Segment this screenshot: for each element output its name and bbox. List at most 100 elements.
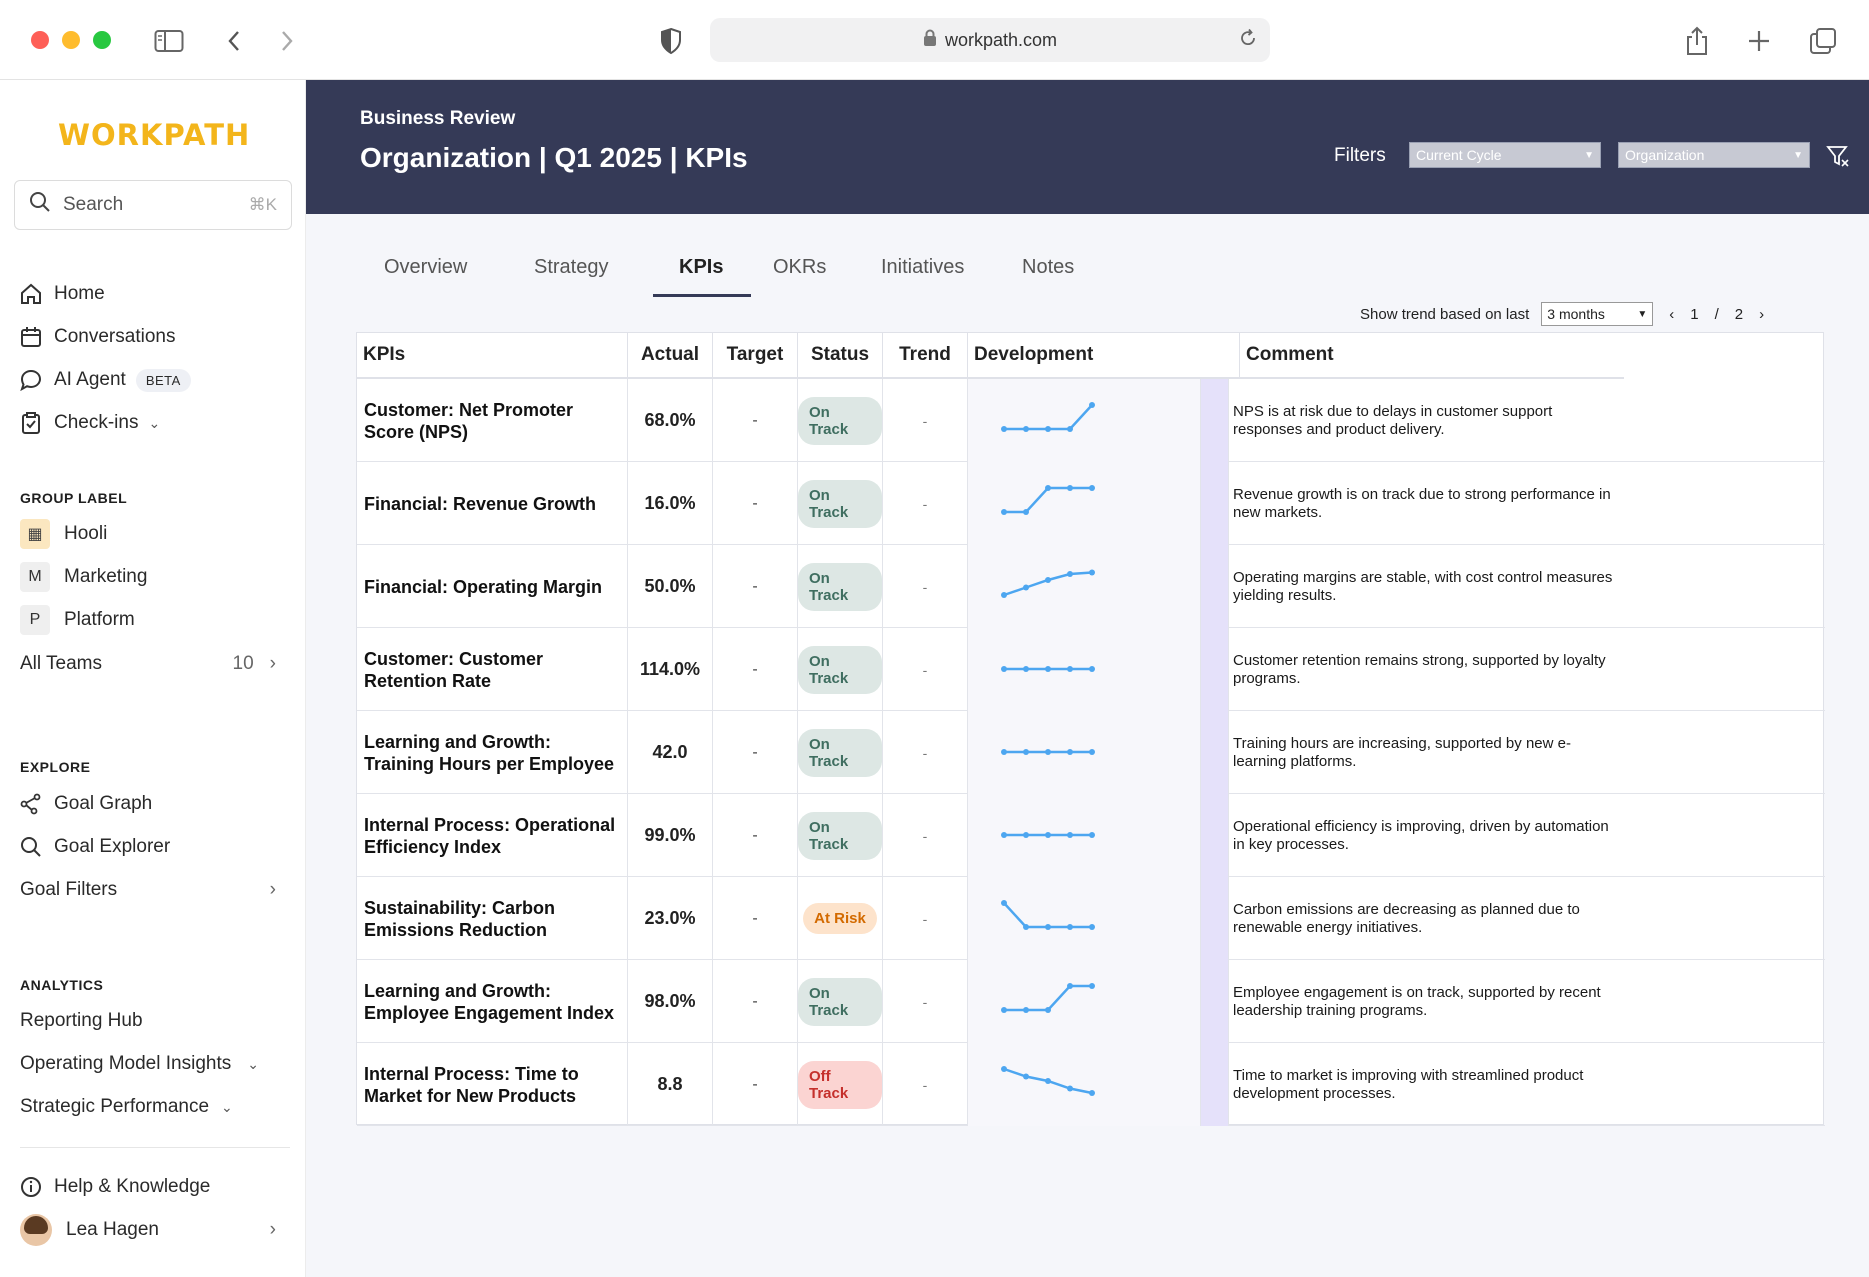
comment-cell: Carbon emissions are decreasing as plann… <box>1233 900 1580 936</box>
filter-funnel-icon[interactable] <box>1826 144 1850 173</box>
table-row[interactable]: Sustainability: Carbon Emissions Reducti… <box>357 877 1825 960</box>
sparkline-point <box>1067 983 1073 989</box>
trend-label: Show trend based on last <box>1360 305 1530 323</box>
dropdown-arrow-icon: ▼ <box>1793 149 1803 161</box>
total-pages: 2 <box>1734 305 1744 323</box>
tab-initiatives[interactable]: Initiatives <box>881 256 964 292</box>
sidebar-item-operating-model-insights[interactable]: Operating Model Insights ⌄ <box>20 1046 259 1082</box>
column-header-development[interactable]: Development <box>968 333 1240 379</box>
trend-value-cell: - <box>883 379 968 462</box>
sparkline-chart <box>1001 666 1095 672</box>
sidebar-item-ai-agent[interactable]: AI Agent BETA <box>20 362 191 398</box>
address-bar[interactable]: workpath.com <box>710 18 1270 62</box>
maximize-window-button[interactable] <box>93 31 111 49</box>
column-header-kpis[interactable]: KPIs <box>357 333 628 379</box>
actual-value-cell: 16.0% <box>628 462 713 545</box>
home-icon <box>20 280 54 308</box>
sidebar-item-label: Goal Filters <box>20 879 118 900</box>
table-row[interactable]: Customer: Customer Retention Rate 114.0% -… <box>357 628 1825 711</box>
column-header-status[interactable]: Status <box>798 333 883 379</box>
column-header-comment[interactable]: Comment <box>1240 333 1624 379</box>
sidebar-item-marketing[interactable]: M Marketing <box>20 559 147 595</box>
target-value-cell: - <box>713 877 798 960</box>
sidebar-item-hooli[interactable]: ▦ Hooli <box>20 516 107 552</box>
sidebar-item-goal-filters[interactable]: Goal Filters › <box>20 872 276 908</box>
share-icon[interactable] <box>1680 24 1714 58</box>
status-badge: Off Track <box>798 1060 882 1109</box>
tab-okrs[interactable]: OKRs <box>773 256 826 292</box>
tab-notes[interactable]: Notes <box>1022 256 1074 292</box>
table-row[interactable]: Internal Process: Operational Efficiency… <box>357 794 1825 877</box>
shield-icon[interactable] <box>654 24 688 58</box>
forward-arrow-icon[interactable] <box>269 24 303 58</box>
comment-cell: NPS is at risk due to delays in customer… <box>1233 402 1553 438</box>
table-row[interactable]: Financial: Operating Margin 50.0% - On Trac… <box>357 545 1825 628</box>
cycle-filter-value: Current Cycle <box>1416 147 1502 163</box>
chevron-left-icon[interactable]: ‹ <box>1669 306 1674 323</box>
minimize-window-button[interactable] <box>62 31 80 49</box>
sidebar-item-label: Check-ins <box>54 412 139 433</box>
actual-value-cell: 99.0% <box>628 794 713 877</box>
table-row[interactable]: Financial: Revenue Growth 16.0% - On Track -… <box>357 462 1825 545</box>
column-header-actual[interactable]: Actual <box>628 333 713 379</box>
info-icon <box>20 1173 54 1201</box>
status-cell: On Track <box>798 379 883 462</box>
tab-overview[interactable]: Overview <box>384 256 467 292</box>
close-window-button[interactable] <box>31 31 49 49</box>
workpath-logo[interactable]: WORKPATH <box>58 118 250 152</box>
sidebar-toggle-icon[interactable] <box>152 24 186 58</box>
sidebar-item-all-teams[interactable]: All Teams 10 › <box>20 646 276 682</box>
comment-cell: Time to market is improving with streaml… <box>1233 1066 1584 1102</box>
table-row[interactable]: Learning and Growth: Employee Engagement… <box>357 960 1825 1043</box>
sidebar-item-user[interactable]: Lea Hagen › <box>20 1212 276 1248</box>
sidebar-item-goal-explorer[interactable]: Goal Explorer <box>20 829 170 865</box>
reload-icon[interactable] <box>1238 28 1258 53</box>
actual-value-cell: 8.8 <box>628 1043 713 1126</box>
new-tab-icon[interactable] <box>1742 24 1776 58</box>
kpi-name-cell: Learning and Growth: Training Hours per … <box>357 711 628 794</box>
column-header-trend[interactable]: Trend <box>883 333 968 379</box>
sidebar-item-label: Marketing <box>64 566 148 587</box>
sparkline-point <box>1045 485 1051 491</box>
sparkline-chart <box>1001 900 1095 930</box>
status-badge: At Risk <box>803 903 877 934</box>
sidebar-item-check-ins[interactable]: Check-ins ⌄ <box>20 405 160 441</box>
development-highlight-band <box>1201 711 1229 794</box>
table-row[interactable]: Learning and Growth: Training Hours per … <box>357 711 1825 794</box>
tab-overview-icon[interactable] <box>1806 24 1840 58</box>
sidebar-item-label: Operating Model Insights <box>20 1053 232 1074</box>
sidebar-item-reporting-hub[interactable]: Reporting Hub <box>20 1003 143 1039</box>
tab-kpis[interactable]: KPIs <box>679 256 723 292</box>
sparkline-line <box>1004 404 1093 431</box>
sidebar-item-help[interactable]: Help & Knowledge <box>20 1169 210 1205</box>
search-shortcut: ⌘K <box>248 195 277 214</box>
target-value-cell: - <box>713 960 798 1043</box>
table-row[interactable]: Customer: Net Promoter Score (NPS) 68.0% -… <box>357 379 1825 462</box>
sparkline-point <box>1089 1090 1095 1096</box>
tab-strategy[interactable]: Strategy <box>534 256 608 292</box>
sparkline-point <box>1001 426 1007 432</box>
sparkline-point <box>1045 749 1051 755</box>
sidebar-item-label: Goal Explorer <box>54 836 171 857</box>
chevron-right-icon[interactable]: › <box>1759 306 1764 323</box>
sidebar-item-conversations[interactable]: Conversations <box>20 319 175 355</box>
back-arrow-icon[interactable] <box>218 24 252 58</box>
sparkline-point <box>1089 569 1095 576</box>
sidebar-item-home[interactable]: Home <box>20 276 105 312</box>
cycle-filter-select[interactable]: Current Cycle ▼ <box>1409 142 1601 168</box>
trend-period-select[interactable]: 3 months ▼ <box>1541 302 1654 326</box>
chevron-down-icon: ⌄ <box>247 1055 259 1072</box>
sparkline-point <box>1045 1007 1051 1013</box>
column-header-target[interactable]: Target <box>713 333 798 379</box>
table-row[interactable]: Internal Process: Time to Market for New… <box>357 1043 1825 1126</box>
sparkline-chart <box>1001 983 1095 1013</box>
sidebar-item-strategic-performance[interactable]: Strategic Performance ⌄ <box>20 1089 233 1125</box>
search-input[interactable]: Search ⌘K <box>14 180 292 230</box>
sparkline-point <box>1067 924 1073 930</box>
sparkline-point <box>1089 983 1095 989</box>
sparkline-point <box>1023 924 1029 930</box>
sidebar-item-goal-graph[interactable]: Goal Graph <box>20 786 152 822</box>
sidebar-item-platform[interactable]: P Platform <box>20 602 135 638</box>
organization-filter-select[interactable]: Organization ▼ <box>1618 142 1810 168</box>
development-sparkline-cell <box>968 960 1201 1043</box>
